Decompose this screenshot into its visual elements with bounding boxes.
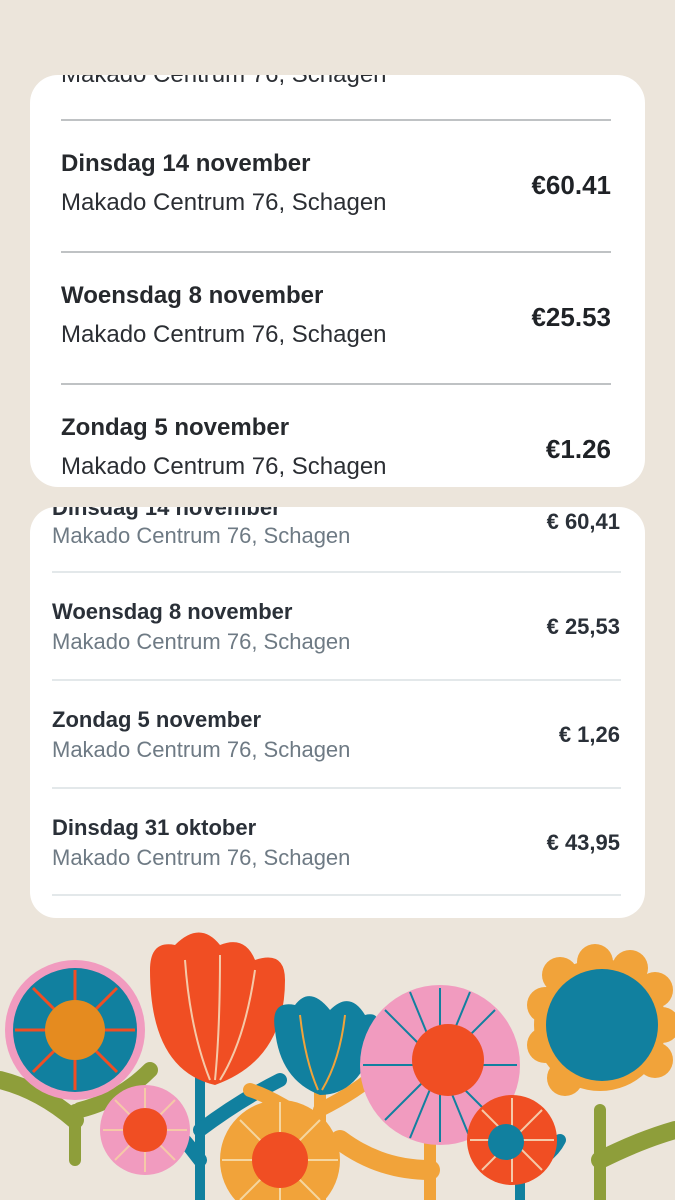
- transaction-address: Makado Centrum 76, Schagen: [52, 523, 351, 548]
- transaction-row[interactable]: Zondag 5 november Makado Centrum 76, Sch…: [30, 681, 645, 787]
- transaction-address: Makado Centrum 76, Schagen: [52, 845, 351, 870]
- transaction-amount: €1.26: [545, 434, 611, 464]
- transaction-date: Zondag 5 november: [52, 707, 262, 732]
- transaction-date: Woensdag 8 november: [61, 282, 324, 309]
- transaction-row[interactable]: Dinsdag 14 november Makado Centrum 76, S…: [30, 507, 645, 572]
- transaction-row[interactable]: Zondag 5 november Makado Centrum 76, Sch…: [30, 385, 645, 487]
- flower-teal-right: [527, 944, 675, 1096]
- transaction-date: Dinsdag 31 oktober: [52, 815, 257, 840]
- transaction-address: Makado Centrum 76, Schagen: [52, 629, 351, 654]
- transaction-date: Dinsdag 14 november: [61, 150, 311, 177]
- transaction-list-card-top: Makado Centrum 76, Schagen Dinsdag 14 no…: [30, 75, 645, 487]
- transaction-address: Makado Centrum 76, Schagen: [61, 453, 387, 480]
- transaction-date: Zondag 5 november: [61, 414, 290, 441]
- flower-orange-tulip: [150, 932, 285, 1085]
- transaction-amount: € 60,41: [546, 509, 620, 534]
- transaction-amount: € 25,53: [546, 614, 620, 639]
- transaction-amount: € 1,26: [558, 722, 620, 747]
- transaction-date: Woensdag 8 november: [52, 599, 293, 624]
- transaction-address: Makado Centrum 76, Schagen: [61, 321, 387, 348]
- transaction-row[interactable]: Woensdag 8 november Makado Centrum 76, S…: [30, 573, 645, 679]
- transaction-address: Makado Centrum 76, Schagen: [52, 737, 351, 762]
- flower-illustration: [0, 932, 675, 1200]
- partial-address: Makado Centrum 76, Schagen: [61, 75, 387, 89]
- transaction-date: Dinsdag 14 november: [52, 507, 281, 520]
- transaction-amount: € 43,95: [546, 830, 620, 855]
- transaction-amount: €25.53: [531, 302, 611, 332]
- flower-orange-small: [467, 1095, 557, 1185]
- flower-pink-small: [100, 1085, 190, 1175]
- divider: [52, 894, 621, 896]
- transaction-list-card-bottom: Dinsdag 14 november Makado Centrum 76, S…: [30, 507, 645, 918]
- transaction-amount: €60.41: [531, 170, 611, 200]
- transaction-row[interactable]: Woensdag 8 november Makado Centrum 76, S…: [30, 253, 645, 383]
- flower-teal-left: [5, 960, 145, 1100]
- transaction-address: Makado Centrum 76, Schagen: [61, 189, 387, 216]
- transaction-row[interactable]: Dinsdag 31 oktober Makado Centrum 76, Sc…: [30, 789, 645, 895]
- transaction-row[interactable]: Dinsdag 14 november Makado Centrum 76, S…: [30, 121, 645, 251]
